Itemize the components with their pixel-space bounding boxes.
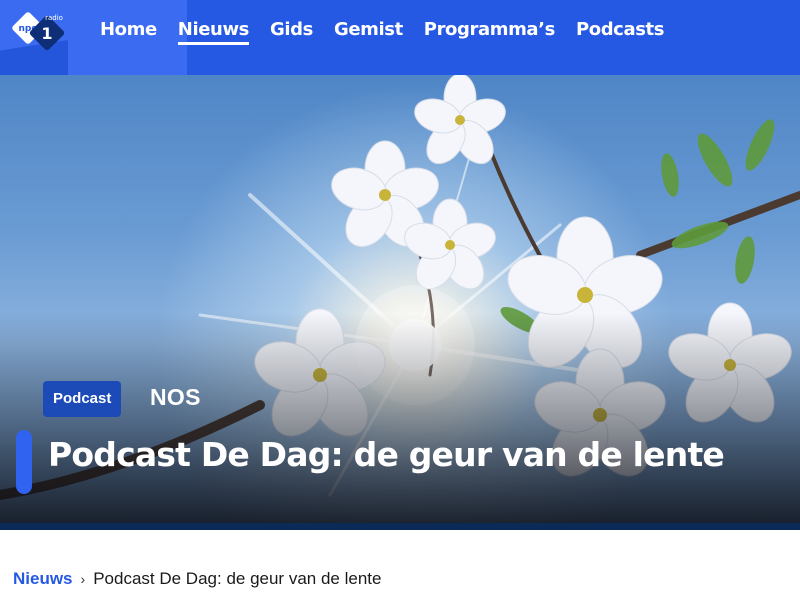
- hero-divider: [0, 523, 800, 530]
- npo-radio-1-icon: npo 1 radio: [12, 12, 65, 51]
- source-brand: NOS: [150, 384, 201, 410]
- hero-gradient-overlay: [0, 313, 800, 523]
- nav-item-gemist[interactable]: Gemist: [334, 0, 403, 40]
- hero-section: Podcast NOS Podcast De Dag: de geur van …: [0, 75, 800, 523]
- npo-radio-1-logo[interactable]: npo 1 radio: [10, 8, 72, 52]
- nav-item-home[interactable]: Home: [100, 0, 157, 40]
- top-navigation-bar: npo 1 radio Home Nieuws Gids Gemist Prog…: [0, 0, 800, 75]
- nav-item-podcasts[interactable]: Podcasts: [576, 0, 664, 40]
- breadcrumb-separator-icon: ›: [80, 571, 86, 587]
- category-badge[interactable]: Podcast: [43, 381, 122, 417]
- page-title: Podcast De Dag: de geur van de lente: [48, 435, 725, 474]
- breadcrumb-current: Podcast De Dag: de geur van de lente: [93, 569, 382, 588]
- main-nav: Home Nieuws Gids Gemist Programma’s Podc…: [100, 0, 685, 75]
- breadcrumb-link-nieuws[interactable]: Nieuws: [13, 569, 73, 589]
- nav-item-gids[interactable]: Gids: [270, 0, 313, 40]
- breadcrumb: Nieuws › Podcast De Dag: de geur van de …: [13, 567, 381, 591]
- title-accent-bar: [16, 430, 32, 494]
- logo-radio-text: radio: [45, 14, 63, 22]
- logo-numeral: 1: [41, 24, 52, 43]
- nav-item-nieuws[interactable]: Nieuws: [177, 0, 249, 45]
- nav-item-programmas[interactable]: Programma’s: [424, 0, 556, 40]
